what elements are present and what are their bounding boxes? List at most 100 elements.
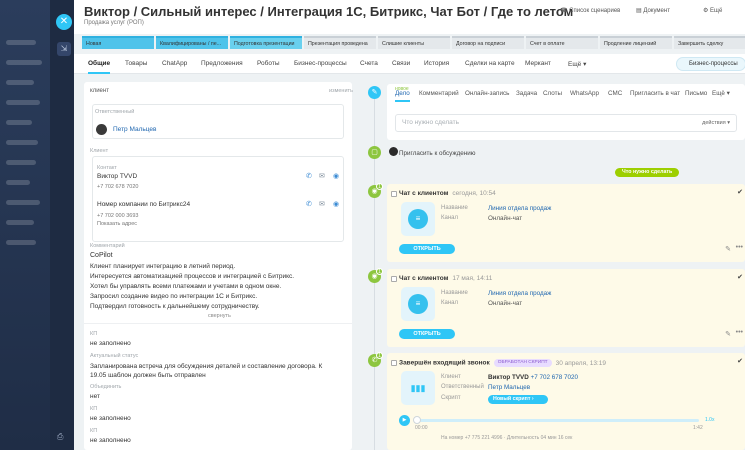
check-icon[interactable]: ✔ <box>737 188 743 196</box>
funnel-name[interactable]: Продажа услуг (РОП) <box>84 20 144 26</box>
edit-icon[interactable]: ✎ <box>725 245 731 253</box>
tab-invoices[interactable]: Счета <box>360 60 378 67</box>
open-button[interactable]: ОТКРЫТЬ <box>399 329 455 339</box>
tab-deals-map[interactable]: Сделки на карте <box>465 60 515 67</box>
tab-chatapp[interactable]: ChatApp <box>162 60 187 67</box>
avatar <box>389 147 398 156</box>
open-button[interactable]: ОТКРЫТЬ <box>399 244 455 254</box>
editor-tab-sms[interactable]: СМС <box>608 90 622 97</box>
tab-business-processes[interactable]: Бизнес-процессы <box>294 60 347 67</box>
complete-checkbox[interactable] <box>391 360 397 366</box>
editor-tab-more[interactable]: Ещё ▾ <box>712 90 730 97</box>
editor-tab-comment[interactable]: Комментарий <box>419 90 459 97</box>
chat-icon[interactable]: ◉ <box>333 200 339 208</box>
status-value[interactable]: Запланирована встреча для обсуждения дет… <box>90 362 340 380</box>
field-value[interactable]: Линия отдела продаж <box>488 290 551 297</box>
stage-item[interactable]: Квалифицированы / пе... <box>156 36 228 49</box>
tab-more[interactable]: Ещё ▾ <box>568 60 586 68</box>
tab-proposals[interactable]: Предложения <box>201 60 243 67</box>
tab-robots[interactable]: Роботы <box>257 60 280 67</box>
page-title[interactable]: Виктор / Сильный интерес / Интеграция 1С… <box>84 4 573 19</box>
complete-checkbox[interactable] <box>391 276 397 282</box>
field-value[interactable]: Виктор TVVD +7 702 678 7020 <box>488 374 578 381</box>
kp-value[interactable]: не заполнено <box>90 437 131 444</box>
editor-tab-todo[interactable]: Дело <box>395 90 410 97</box>
tab-bar: Общие Товары ChatApp Предложения Роботы … <box>74 54 745 74</box>
chat-icon: ≡ <box>408 209 428 229</box>
responsible-name[interactable]: Петр Мальцев <box>113 126 156 133</box>
tab-general[interactable]: Общие <box>88 60 110 67</box>
editor-tab-slots[interactable]: Слоты <box>543 90 562 97</box>
editor-tab-booking[interactable]: Онлайн-запись <box>465 90 509 97</box>
stage-item[interactable]: Слишие клиенты <box>378 36 450 49</box>
field-label: Ответственный <box>441 384 484 390</box>
phone-icon[interactable]: ✆ <box>306 200 312 208</box>
stage-item[interactable]: Завершить сделку <box>674 36 745 49</box>
header: Виктор / Сильный интерес / Интеграция 1С… <box>74 0 745 34</box>
todo-input[interactable]: Что нужно сделать действия ▾ <box>395 114 737 132</box>
show-address-link[interactable]: Показать адрес <box>97 221 137 227</box>
scenarios-button[interactable]: ☎ Список сценариев <box>560 7 620 14</box>
minimize-icon[interactable]: ⇲ <box>57 42 71 56</box>
contact-label: Контакт <box>97 165 117 171</box>
merge-label: Объединить <box>90 384 122 390</box>
editor-tab-whatsapp[interactable]: WhatsApp <box>570 90 599 97</box>
actions-dropdown[interactable]: действия ▾ <box>702 115 730 131</box>
stage-item[interactable]: Счет в оплате <box>526 36 598 49</box>
check-icon[interactable]: ✔ <box>737 273 743 281</box>
change-link[interactable]: изменить <box>329 88 353 94</box>
collapse-link[interactable]: свернуть <box>208 313 231 319</box>
edit-icon[interactable]: ✎ <box>725 330 731 338</box>
tab-links[interactable]: Связи <box>392 60 410 67</box>
stage-item[interactable]: Договор на подписи <box>452 36 524 49</box>
document-button[interactable]: ▤ Документ <box>636 7 670 14</box>
company-name[interactable]: Номер компании по Битрикс24 <box>97 201 190 208</box>
complete-checkbox[interactable] <box>391 191 397 197</box>
kp-value[interactable]: не заполнено <box>90 340 131 347</box>
field-label: Клиент <box>441 374 461 380</box>
audio-scrubber[interactable] <box>413 416 421 424</box>
chat-icon[interactable]: ◉ <box>333 172 339 180</box>
contact-phone[interactable]: +7 702 678 7020 <box>97 184 138 190</box>
section-title: клиент <box>90 88 109 94</box>
editor-tab-task[interactable]: Задача <box>516 90 537 97</box>
count-badge: 1 <box>376 183 383 190</box>
kp-value[interactable]: не заполнено <box>90 415 131 422</box>
invite-link[interactable]: Пригласить к обсуждению <box>399 150 475 157</box>
stage-item[interactable]: Новая <box>82 36 154 49</box>
script-button[interactable]: Новый скрипт › <box>488 395 548 404</box>
audio-progress[interactable] <box>415 419 699 422</box>
stage-item[interactable]: Подготовка презентации <box>230 36 302 49</box>
editor-tab-email[interactable]: Письмо <box>685 90 707 97</box>
tab-products[interactable]: Товары <box>125 60 147 67</box>
kp-label: КП <box>90 428 98 434</box>
field-value[interactable]: Линия отдела продаж <box>488 205 551 212</box>
waveform-icon: ▮▮▮ <box>408 378 428 398</box>
todo-pill: Что нужно сделать <box>615 168 680 177</box>
more-button[interactable]: ⚙ Ещё <box>703 7 722 14</box>
comment-line: Подтвердил готовность к дальнейшему сотр… <box>90 303 260 310</box>
contact-name[interactable]: Виктор TVVD <box>97 173 137 180</box>
mail-icon[interactable]: ✉ <box>319 200 325 208</box>
mail-icon[interactable]: ✉ <box>319 172 325 180</box>
company-phone[interactable]: +7 702 000 3693 <box>97 213 138 219</box>
more-icon[interactable]: ••• <box>736 244 743 251</box>
check-icon[interactable]: ✔ <box>737 357 743 365</box>
avatar[interactable] <box>96 124 107 135</box>
speed-control[interactable]: 1.0x <box>705 417 714 423</box>
editor-tab-invite-chat[interactable]: Пригласить в чат <box>630 90 680 97</box>
active-tab-indicator <box>395 100 410 102</box>
tab-history[interactable]: История <box>424 60 449 67</box>
play-icon[interactable]: ▶ <box>399 415 410 426</box>
stage-item[interactable]: Продление лицензий <box>600 36 672 49</box>
merge-value[interactable]: нет <box>90 393 100 400</box>
stage-item[interactable]: Презентация проведена <box>304 36 376 49</box>
activity-title: Чат с клиентом 17 мая, 14:11 <box>399 275 493 282</box>
more-icon[interactable]: ••• <box>736 329 743 336</box>
tab-merchant[interactable]: Меркант <box>525 60 551 67</box>
close-icon[interactable]: ✕ <box>56 14 72 30</box>
phone-icon[interactable]: ✆ <box>306 172 312 180</box>
field-value[interactable]: Петр Мальцев <box>488 384 530 391</box>
print-icon[interactable]: ⎙ <box>57 432 67 442</box>
business-process-button[interactable]: Бизнес-процессы <box>676 57 745 71</box>
